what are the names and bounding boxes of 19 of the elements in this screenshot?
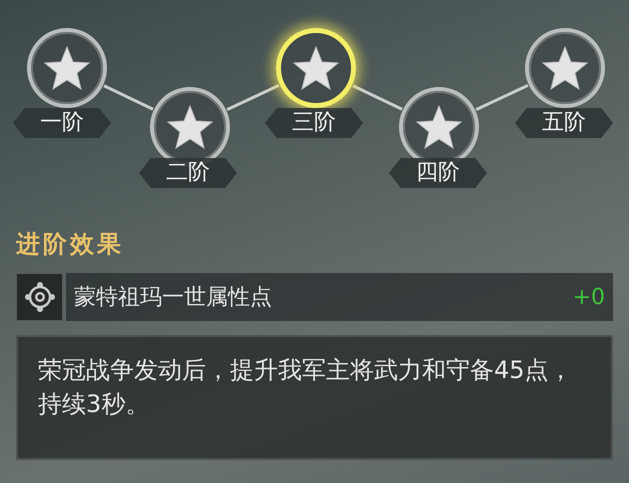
connector-line — [476, 84, 528, 111]
star-icon — [293, 46, 339, 90]
star-icon — [167, 105, 213, 149]
attribute-value: +0 — [572, 284, 605, 312]
stage-label: 五阶 — [515, 108, 613, 138]
star-icon — [542, 46, 588, 90]
star-icon — [44, 46, 90, 90]
connector-line — [352, 84, 403, 111]
section-title: 进阶效果 — [16, 232, 124, 256]
attribute-name: 蒙特祖玛一世属性点 — [74, 284, 272, 312]
stage-label: 四阶 — [389, 158, 487, 188]
stage-label: 一阶 — [13, 108, 111, 138]
connector-line — [226, 84, 280, 111]
star-icon — [416, 105, 462, 149]
stage-label: 三阶 — [265, 108, 363, 138]
connector-line — [103, 84, 154, 111]
description-text: 荣冠战争发动后，提升我军主将武力和守备45点，持续3秒。 — [38, 355, 574, 420]
stage-label: 二阶 — [139, 158, 237, 188]
target-icon — [16, 273, 63, 321]
